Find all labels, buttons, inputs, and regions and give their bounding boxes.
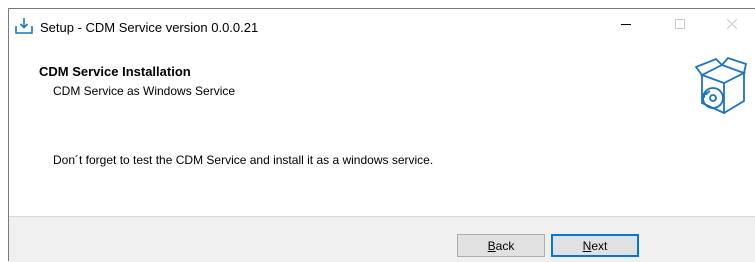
next-accel: N [582, 238, 592, 253]
maximize-button[interactable] [657, 9, 703, 41]
back-button[interactable]: Back [457, 234, 545, 257]
next-label-rest: ext [591, 238, 608, 253]
maximize-icon [674, 18, 686, 33]
back-label-rest: ack [495, 238, 515, 253]
header-panel: CDM Service Installation CDM Service as … [9, 41, 755, 121]
content-area: Don´t forget to test the CDM Service and… [9, 121, 755, 216]
close-button[interactable] [709, 9, 755, 41]
button-bar: Back Next [9, 217, 755, 262]
info-message: Don´t forget to test the CDM Service and… [53, 153, 434, 167]
back-accel: B [487, 238, 496, 253]
minimize-button[interactable] [603, 9, 649, 41]
next-button[interactable]: Next [551, 234, 639, 257]
window-title: Setup - CDM Service version 0.0.0.21 [40, 20, 259, 35]
title-bar[interactable]: Setup - CDM Service version 0.0.0.21 [9, 9, 755, 41]
minimize-icon [620, 18, 632, 33]
close-icon [726, 18, 738, 33]
page-title: CDM Service Installation [39, 64, 191, 79]
download-setup-icon [14, 17, 34, 35]
setup-window: Setup - CDM Service version 0.0.0.21 CDM… [8, 8, 755, 262]
page-subtitle: CDM Service as Windows Service [53, 84, 236, 98]
box-cd-icon [692, 55, 748, 117]
